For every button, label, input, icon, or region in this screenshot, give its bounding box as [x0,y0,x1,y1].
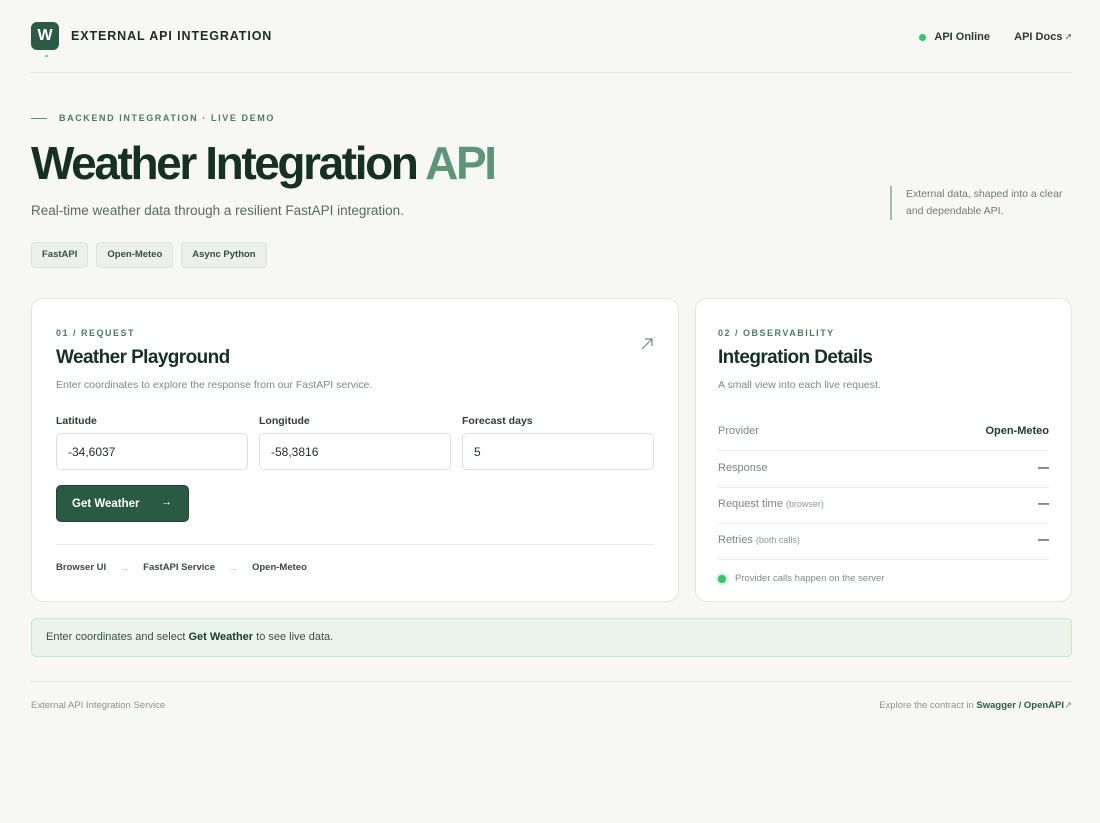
forecast-days-input[interactable] [462,433,654,470]
detail-row-provider: Provider Open-Meteo [718,414,1049,451]
external-link-icon: ↗ [1064,32,1072,42]
page-title: Weather Integration API [31,136,497,190]
latitude-input[interactable] [56,433,248,470]
detail-key: Provider [718,425,759,437]
top-header: W EXTERNAL API INTEGRATION API Online AP… [31,0,1072,73]
banner-suffix: to see live data. [253,631,334,643]
side-note: External data, shaped into a clear and d… [890,186,1072,220]
swagger-link[interactable]: Swagger / OpenAPI [976,700,1064,711]
title-main: Weather Integration [31,137,426,189]
detail-key: Retries (both calls) [718,534,800,546]
details-description: A small view into each live request. [718,379,881,391]
status-dot-icon [919,33,927,41]
longitude-input[interactable] [259,433,451,470]
get-weather-label: Get Weather [72,497,140,510]
arrow-up-right-icon[interactable] [640,337,654,351]
title-accent: API [425,137,497,189]
detail-key-label: Retries [718,534,753,546]
flow-step-fastapi: FastAPI Service [143,562,215,573]
arrow-right-icon: → [161,496,172,508]
api-docs-label: API Docs [1014,31,1063,43]
page-subtitle: Real-time weather data through a resilie… [31,203,404,218]
detail-value: Open-Meteo [985,425,1049,437]
get-weather-button[interactable]: Get Weather → [56,485,189,522]
footer-service-name: External API Integration Service [31,700,166,711]
eyebrow-text: BACKEND INTEGRATION · LIVE DEMO [59,113,275,123]
tag-open-meteo: Open-Meteo [96,242,174,268]
detail-value: — [1038,498,1049,510]
footer-contract: Explore the contract in Swagger / OpenAP… [879,700,1072,711]
brand-name: EXTERNAL API INTEGRATION [71,29,273,43]
request-eyebrow: 01 / REQUEST [56,328,136,338]
server-note-text: Provider calls happen on the server [735,573,885,584]
request-flow: Browser UI → FastAPI Service → Open-Mete… [56,562,307,573]
details-eyebrow: 02 / OBSERVABILITY [718,328,835,338]
detail-key-note: (browser) [785,499,824,509]
details-card: 02 / OBSERVABILITY Integration Details A… [695,298,1072,602]
details-title: Integration Details [718,347,873,368]
tech-tags: FastAPI Open-Meteo Async Python [31,242,267,268]
banner-prefix: Enter coordinates and select [46,631,189,643]
detail-key: Response [718,462,768,474]
hero-eyebrow: BACKEND INTEGRATION · LIVE DEMO [31,113,275,123]
api-status: API Online [919,31,990,43]
server-status-dot-icon [718,574,726,583]
flow-arrow-icon: → [120,562,130,573]
detail-row-retries: Retries (both calls) — [718,523,1049,560]
server-note: Provider calls happen on the server [718,573,884,584]
flow-step-browser: Browser UI [56,562,107,573]
detail-row-response: Response — [718,451,1049,488]
logo[interactable]: W [31,22,59,50]
detail-key-label: Request time [718,498,783,510]
detail-row-request-time: Request time (browser) — [718,487,1049,524]
tag-fastapi: FastAPI [31,242,89,268]
request-description: Enter coordinates to explore the respons… [56,379,373,391]
tag-async-python: Async Python [181,242,267,268]
info-banner: Enter coordinates and select Get Weather… [31,618,1072,657]
api-docs-link[interactable]: API Docs ↗ [1014,31,1072,43]
request-title: Weather Playground [56,347,230,368]
status-label: API Online [934,31,990,43]
detail-key-note: (both calls) [755,535,800,545]
flow-arrow-icon: → [228,562,238,573]
footer-divider [31,681,1072,682]
external-link-icon: ↗ [1064,700,1072,711]
page: W EXTERNAL API INTEGRATION API Online AP… [31,0,1072,711]
footer-contract-prefix: Explore the contract in [879,700,977,711]
logo-dot-icon [45,55,48,57]
detail-value: — [1038,462,1049,474]
detail-value: — [1038,534,1049,546]
eyebrow-line [31,117,47,119]
flow-step-provider: Open-Meteo [251,562,307,573]
latitude-label: Latitude [56,415,97,427]
longitude-label: Longitude [259,415,310,427]
forecast-days-label: Forecast days [462,415,533,427]
banner-bold: Get Weather [188,631,254,643]
detail-key: Request time (browser) [718,498,824,510]
request-card: 01 / REQUEST Weather Playground Enter co… [31,298,679,602]
card-divider [56,544,654,545]
